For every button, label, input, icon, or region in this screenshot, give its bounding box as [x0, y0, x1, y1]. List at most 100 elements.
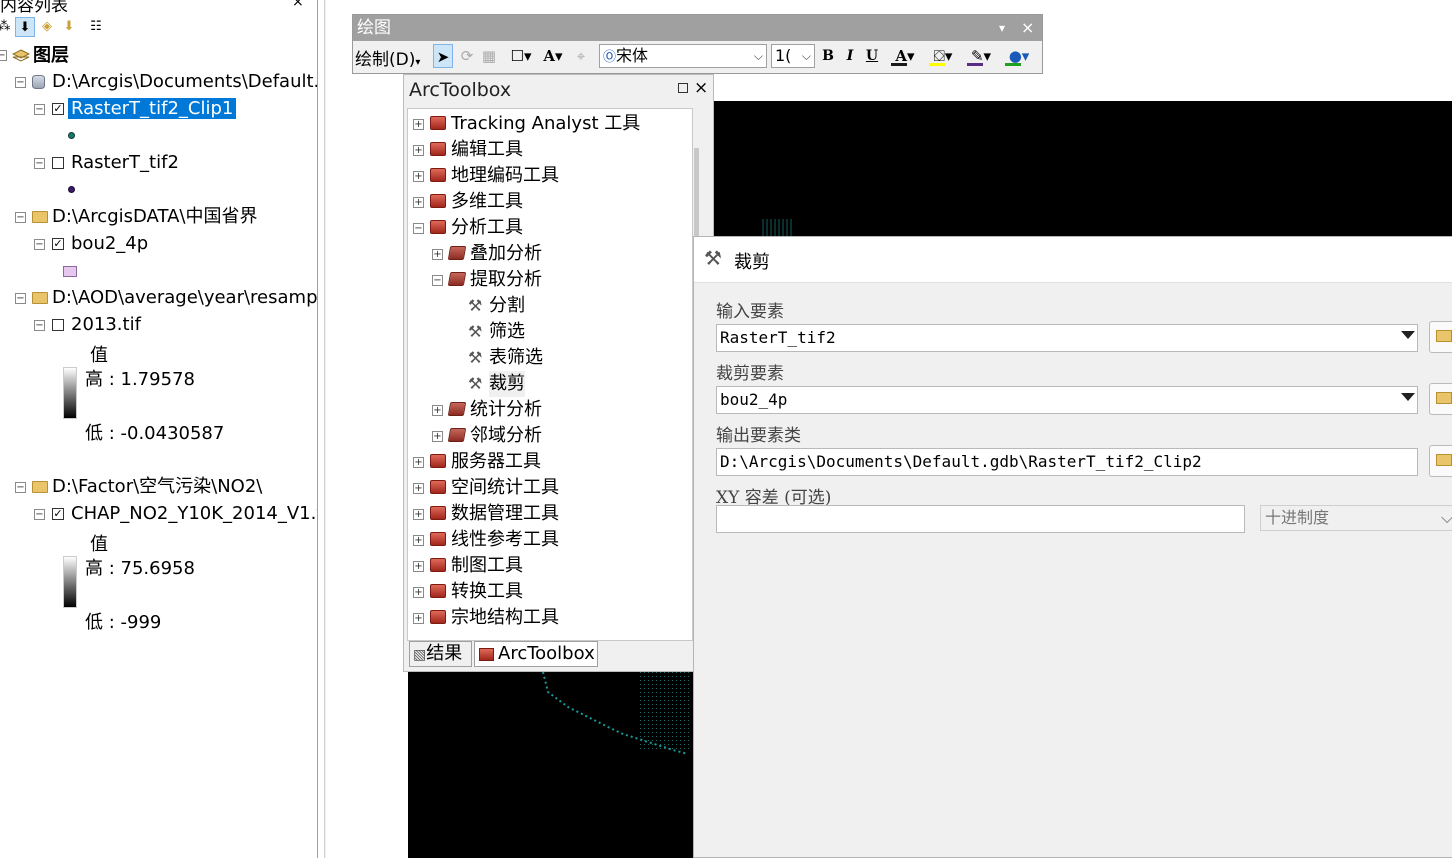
layer-rastert-tif2[interactable]: RasterT_tif2 [71, 150, 179, 176]
collapse-icon[interactable]: − [15, 482, 26, 493]
marker-color-icon[interactable]: ●▾ [1003, 44, 1035, 68]
tree-item-editing[interactable]: 编辑工具 [451, 137, 523, 163]
collapse-icon[interactable]: − [413, 223, 424, 234]
panel-splitter[interactable] [324, 0, 326, 858]
toolbar-menu-icon[interactable]: ▾ [999, 15, 1005, 41]
expand-icon[interactable]: + [432, 249, 443, 260]
list-by-drawing-order-icon[interactable]: ⬇ [15, 17, 35, 37]
map-raster-region[interactable] [408, 672, 694, 858]
dropdown-arrow-icon[interactable] [1401, 331, 1415, 339]
dropdown-arrow-icon[interactable] [1401, 393, 1415, 401]
tolerance-unit-select[interactable]: 十进制度 ⌵ [1260, 505, 1452, 531]
collapse-icon[interactable]: − [34, 158, 45, 169]
browse-folder-icon[interactable] [1429, 321, 1452, 353]
tree-item-server[interactable]: 服务器工具 [451, 449, 541, 475]
options-icon[interactable]: ☷ [86, 17, 106, 37]
toolbar-close-button[interactable]: × [1021, 15, 1034, 41]
layer-clip1-label[interactable]: RasterT_tif2_Clip1 [68, 98, 237, 119]
collapse-icon[interactable]: − [34, 509, 45, 520]
zoom-to-selected-icon[interactable]: ▦ [479, 44, 499, 68]
text-tool-icon[interactable]: A▾ [539, 44, 567, 68]
xy-tolerance-field[interactable] [716, 505, 1245, 533]
expand-icon[interactable]: + [413, 509, 424, 520]
expand-icon[interactable]: + [413, 457, 424, 468]
tree-item-cartography[interactable]: 制图工具 [451, 553, 523, 579]
layer-bou2-4p[interactable]: bou2_4p [71, 231, 148, 257]
expand-icon[interactable]: + [413, 587, 424, 598]
tree-item-statistics[interactable]: 统计分析 [470, 397, 542, 423]
expand-icon[interactable]: + [413, 561, 424, 572]
expand-icon[interactable]: + [413, 613, 424, 624]
layer-visibility-checkbox[interactable]: ✓ [52, 103, 64, 115]
expand-icon[interactable]: + [413, 535, 424, 546]
tab-results[interactable]: ▧结果 [409, 641, 472, 667]
line-color-icon[interactable]: ✎▾ [965, 44, 997, 68]
layer-clip1[interactable]: RasterT_tif2_Clip1 [68, 96, 237, 122]
layers-root-label[interactable]: 图层 [33, 43, 69, 69]
browse-folder-icon[interactable] [1429, 383, 1452, 415]
tree-item-overlay[interactable]: 叠加分析 [470, 241, 542, 267]
toc-close-button[interactable]: × [292, 0, 304, 10]
expand-icon[interactable]: + [413, 145, 424, 156]
collapse-icon[interactable]: − [34, 320, 45, 331]
output-feature-class-field[interactable]: D:\Arcgis\Documents\Default.gdb\RasterT_… [716, 448, 1418, 476]
tree-item-data-management[interactable]: 数据管理工具 [451, 501, 559, 527]
tree-item-multidimension[interactable]: 多维工具 [451, 189, 523, 215]
layer-visibility-checkbox[interactable]: ✓ [52, 238, 64, 250]
layer-visibility-checkbox[interactable] [52, 157, 64, 169]
tree-item-conversion[interactable]: 转换工具 [451, 579, 523, 605]
clip-features-field[interactable]: bou2_4p [716, 386, 1418, 414]
collapse-icon[interactable]: − [34, 239, 45, 250]
collapse-icon[interactable]: − [0, 50, 7, 61]
panel-close-button[interactable]: × [694, 78, 708, 98]
collapse-icon[interactable]: − [15, 212, 26, 223]
bold-button[interactable]: B [819, 44, 837, 68]
list-by-source-icon[interactable]: ◈ [37, 17, 57, 37]
layer-visibility-checkbox[interactable]: ✓ [52, 508, 64, 520]
tree-item-table-select[interactable]: 表筛选 [489, 345, 543, 371]
list-by-selection-icon[interactable]: ⁂ [0, 17, 14, 37]
list-by-visibility-icon[interactable]: ⬇ [59, 17, 79, 37]
tree-item-tracking-analyst[interactable]: Tracking Analyst 工具 [451, 111, 640, 137]
tree-item-geocoding[interactable]: 地理编码工具 [451, 163, 559, 189]
gdb-source-label[interactable]: D:\Arcgis\Documents\Default.g [52, 69, 317, 95]
pin-icon[interactable] [678, 83, 688, 93]
expand-icon[interactable]: + [413, 483, 424, 494]
layer-2013-tif[interactable]: 2013.tif [71, 312, 141, 338]
tree-item-spatial-statistics[interactable]: 空间统计工具 [451, 475, 559, 501]
select-elements-icon[interactable]: ➤ [433, 44, 453, 68]
map-raster-region[interactable] [712, 101, 1452, 241]
folder-source-label[interactable]: D:\AOD\average\year\resampl [52, 285, 317, 311]
expand-icon[interactable]: + [432, 405, 443, 416]
tab-arctoolbox[interactable]: ArcToolbox [474, 641, 598, 667]
expand-icon[interactable]: + [413, 171, 424, 182]
underline-button[interactable]: U [863, 44, 881, 68]
folder-source-label[interactable]: D:\Factor\空气污染\NO2\ [52, 474, 262, 500]
italic-button[interactable]: I [841, 44, 859, 68]
browse-folder-icon[interactable] [1429, 445, 1452, 477]
expand-icon[interactable]: + [432, 431, 443, 442]
font-name-select[interactable]: Ⓞ宋体 ⌵ [599, 44, 767, 68]
draw-menu-button[interactable]: 绘制(D)▾ [355, 45, 420, 70]
layer-visibility-checkbox[interactable] [52, 319, 64, 331]
tree-item-parcel-fabric[interactable]: 宗地结构工具 [451, 605, 559, 631]
tree-item-proximity[interactable]: 邻域分析 [470, 423, 542, 449]
collapse-icon[interactable]: − [15, 77, 26, 88]
collapse-icon[interactable]: − [34, 104, 45, 115]
tree-item-split[interactable]: 分割 [489, 293, 525, 319]
input-features-field[interactable]: RasterT_tif2 [716, 324, 1418, 352]
tree-item-clip[interactable]: 裁剪 [489, 371, 525, 397]
rotate-icon[interactable]: ⟳ [457, 44, 477, 68]
tree-item-extract[interactable]: 提取分析 [470, 267, 542, 293]
tree-item-select[interactable]: 筛选 [489, 319, 525, 345]
tree-item-linear-referencing[interactable]: 线性参考工具 [451, 527, 559, 553]
font-color-button[interactable]: A▾ [889, 44, 921, 68]
tree-item-analysis[interactable]: 分析工具 [451, 215, 523, 241]
edit-vertices-icon[interactable]: ⌖ [571, 44, 591, 68]
font-size-select[interactable]: 1( ⌵ [771, 44, 815, 68]
collapse-icon[interactable]: − [432, 275, 443, 286]
folder-source-label[interactable]: D:\ArcgisDATA\中国省界 [52, 204, 257, 230]
collapse-icon[interactable]: − [15, 293, 26, 304]
expand-icon[interactable]: + [413, 197, 424, 208]
expand-icon[interactable]: + [413, 119, 424, 130]
